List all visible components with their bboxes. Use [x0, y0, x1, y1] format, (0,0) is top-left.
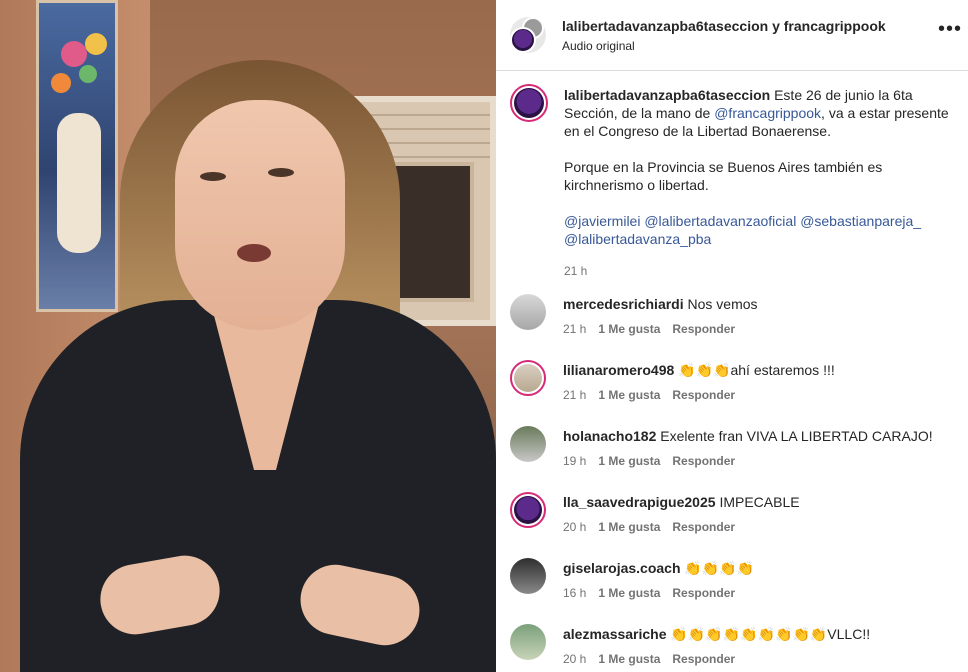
comment-text: Exelente fran VIVA LA LIBERTAD CARAJO! — [660, 428, 933, 444]
comment-time[interactable]: 20 h — [563, 520, 586, 534]
reply-button[interactable]: Responder — [672, 586, 735, 600]
comment-username[interactable]: lla_saavedrapigue2025 — [563, 494, 716, 510]
person-eye-left — [200, 172, 226, 181]
comment-item: lilianaromero498 👏👏👏ahí estaremos !!! 21… — [496, 360, 968, 426]
comment-avatar[interactable] — [510, 426, 546, 462]
caption-paragraph-2: Porque en la Provincia se Buenos Aires t… — [564, 159, 883, 193]
caption-username[interactable]: lalibertadavanzapba6taseccion — [564, 87, 770, 103]
comment-item: holanacho182 Exelente fran VIVA LA LIBER… — [496, 426, 968, 492]
reply-button[interactable]: Responder — [672, 322, 735, 336]
comment-time[interactable]: 21 h — [563, 388, 586, 402]
comment-likes[interactable]: 1 Me gusta — [598, 322, 660, 336]
audio-label[interactable]: Audio original — [562, 39, 635, 53]
comment-likes[interactable]: 1 Me gusta — [598, 520, 660, 534]
caption-avatar[interactable] — [510, 84, 548, 122]
comment-text: Nos vemos — [687, 296, 758, 312]
comment-username[interactable]: giselarojas.coach — [563, 560, 681, 576]
header-usernames[interactable]: lalibertadavanzapba6taseccion y francagr… — [562, 18, 886, 34]
reply-button[interactable]: Responder — [672, 454, 735, 468]
caption-hashtags[interactable]: @javiermilei @lalibertadavanzaoficial @s… — [564, 212, 960, 248]
wall-painting — [36, 0, 118, 312]
comment-time[interactable]: 20 h — [563, 652, 586, 666]
comment-item: giselarojas.coach 👏👏👏👏 16 h 1 Me gusta Res… — [496, 558, 968, 624]
post-side-panel: lalibertadavanzapba6taseccion y francagr… — [496, 0, 968, 672]
comment-avatar[interactable] — [510, 558, 546, 594]
person-mouth — [237, 244, 271, 262]
caption-mention[interactable]: @francagrippook — [714, 105, 821, 121]
comment-avatar[interactable] — [510, 294, 546, 330]
person-eye-right — [268, 168, 294, 177]
comment-username[interactable]: holanacho182 — [563, 428, 656, 444]
comment-time[interactable]: 21 h — [563, 322, 586, 336]
comment-text: IMPECABLE — [719, 494, 800, 510]
video-player[interactable] — [0, 0, 496, 672]
comment-likes[interactable]: 1 Me gusta — [598, 454, 660, 468]
reply-button[interactable]: Responder — [672, 388, 735, 402]
comment-text: 👏👏👏👏👏👏👏👏👏VLLC!! — [670, 626, 871, 642]
instagram-post-view: lalibertadavanzapba6taseccion y francagr… — [0, 0, 968, 672]
comment-item: lla_saavedrapigue2025 IMPECABLE 20 h 1 Me… — [496, 492, 968, 558]
post-header: lalibertadavanzapba6taseccion y francagr… — [496, 0, 968, 71]
comment-avatar[interactable] — [510, 360, 546, 396]
reply-button[interactable]: Responder — [672, 520, 735, 534]
comment-username[interactable]: alezmassariche — [563, 626, 667, 642]
comment-likes[interactable]: 1 Me gusta — [598, 586, 660, 600]
comment-time[interactable]: 19 h — [563, 454, 586, 468]
collab-avatars[interactable] — [510, 17, 546, 53]
comment-text: 👏👏👏👏 — [684, 560, 755, 576]
caption-time[interactable]: 21 h — [564, 262, 960, 280]
comment-time[interactable]: 16 h — [563, 586, 586, 600]
reply-button[interactable]: Responder — [672, 652, 735, 666]
comment-likes[interactable]: 1 Me gusta — [598, 388, 660, 402]
comment-avatar[interactable] — [510, 624, 546, 660]
more-horizontal-icon[interactable]: ••• — [938, 18, 962, 41]
comment-username[interactable]: lilianaromero498 — [563, 362, 674, 378]
comment-likes[interactable]: 1 Me gusta — [598, 652, 660, 666]
comment-text: 👏👏👏ahí estaremos !!! — [678, 362, 835, 378]
post-caption: lalibertadavanzapba6taseccion Este 26 de… — [564, 86, 960, 280]
person-face — [175, 100, 345, 330]
comment-username[interactable]: mercedesrichiardi — [563, 296, 684, 312]
comment-avatar[interactable] — [510, 492, 546, 528]
comment-item: alezmassariche 👏👏👏👏👏👏👏👏👏VLLC!! 20 h 1 Me … — [496, 624, 968, 672]
comment-item: mercedesrichiardi Nos vemos 21 h 1 Me gus… — [496, 294, 968, 360]
